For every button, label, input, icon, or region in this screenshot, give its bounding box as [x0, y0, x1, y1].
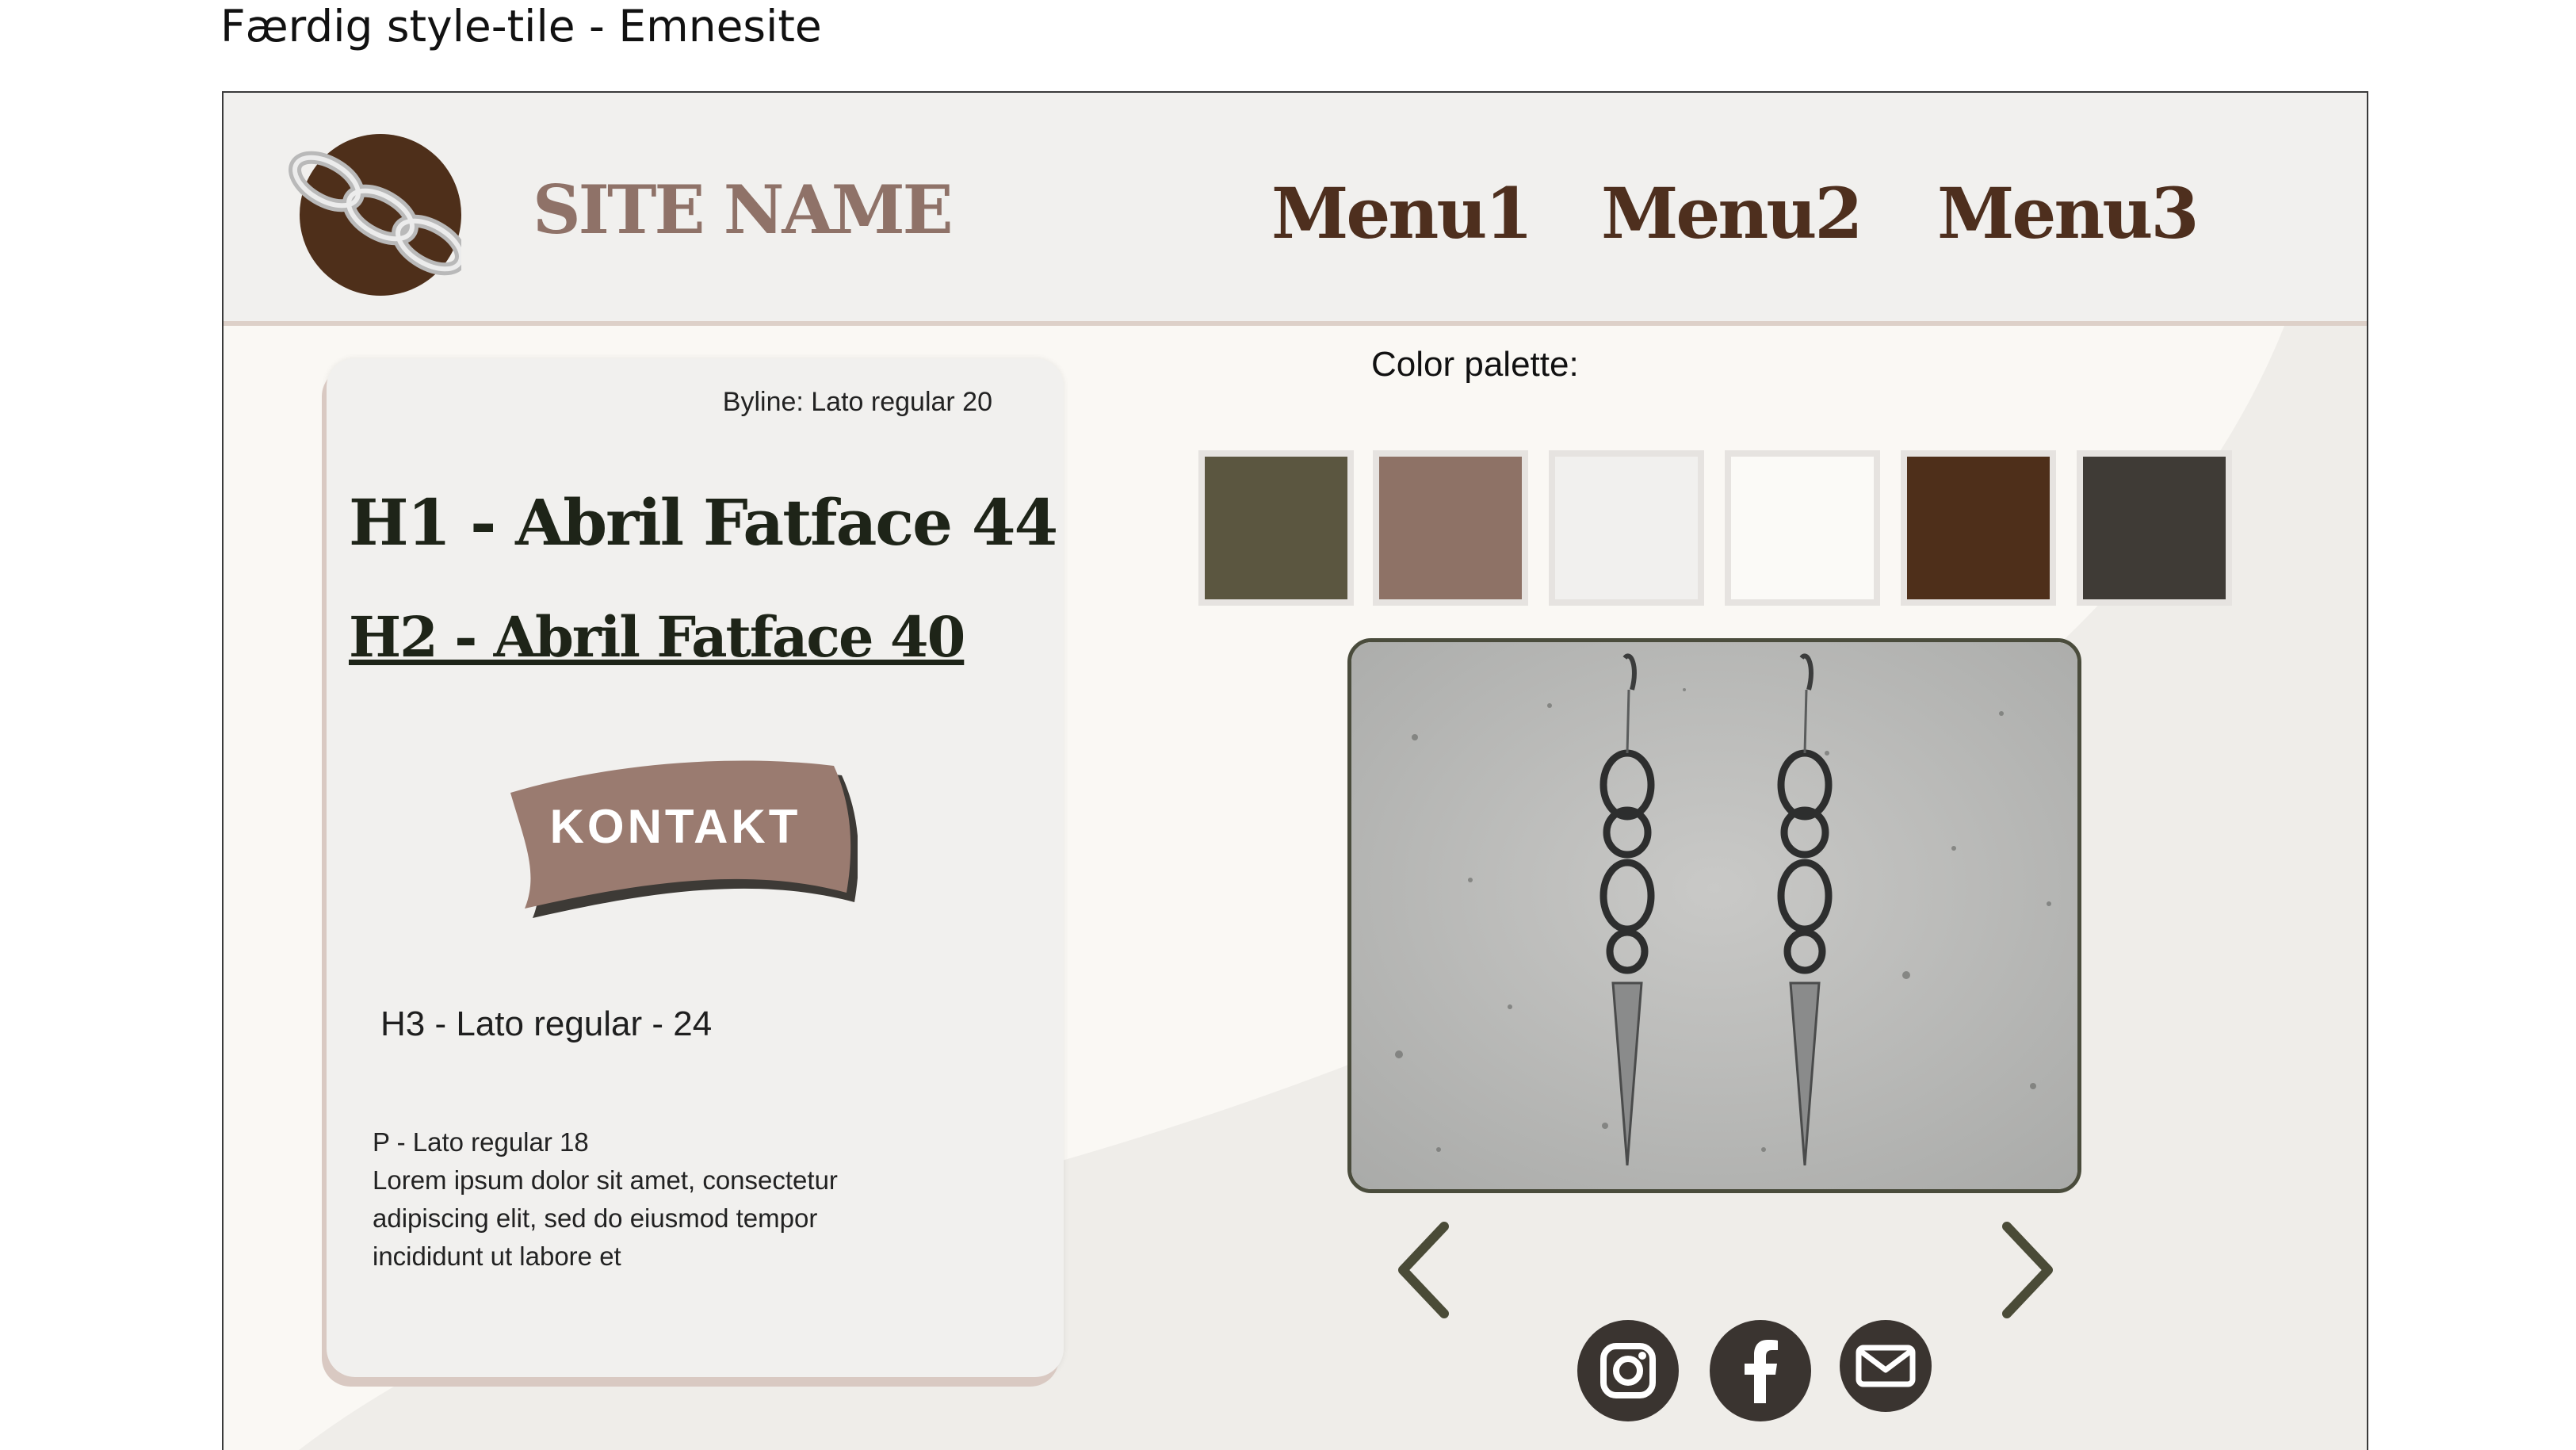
style-tile-frame: SITE NAME Menu1 Menu2 Menu3 Byline: Lato… [222, 91, 2368, 1450]
h3-sample: H3 - Lato regular - 24 [380, 1004, 713, 1043]
color-swatch-olive [1198, 450, 1354, 606]
color-swatch-charcoal [2077, 450, 2232, 606]
color-swatch-brown [1901, 450, 2056, 606]
page-caption: Færdig style-tile - Emnesite [220, 1, 822, 52]
nav-menu1[interactable]: Menu1 [1271, 172, 1534, 254]
site-header: SITE NAME Menu1 Menu2 Menu3 [224, 93, 2367, 326]
chain-links-logo[interactable] [287, 132, 461, 299]
product-image-earrings [1347, 638, 2081, 1193]
mail-icon[interactable] [1837, 1318, 1934, 1414]
nav-menu2[interactable]: Menu2 [1601, 172, 1863, 254]
h2-link-sample[interactable]: H2 - Abril Fatface 40 [349, 604, 965, 670]
paragraph-line: Lorem ipsum dolor sit amet, consectetur [373, 1165, 838, 1195]
byline-sample: Byline: Lato regular 20 [722, 387, 992, 417]
paragraph-line: adipiscing elit, sed do eiusmod tempor [373, 1203, 818, 1233]
instagram-icon[interactable] [1575, 1318, 1681, 1424]
kontakt-button[interactable]: KONTAKT [493, 747, 858, 929]
facebook-icon[interactable] [1707, 1318, 1814, 1424]
paragraph-line: incididunt ut labore et [373, 1241, 621, 1271]
chevron-left-icon[interactable] [1389, 1219, 1460, 1322]
paragraph-label: P - Lato regular 18 [373, 1127, 589, 1157]
palette-label: Color palette: [1371, 345, 1579, 384]
color-swatch-light-gray [1549, 450, 1704, 606]
color-swatch-rose [1373, 450, 1528, 606]
typography-card: Byline: Lato regular 20 H1 - Abril Fatfa… [327, 358, 1064, 1377]
kontakt-label: KONTAKT [549, 799, 801, 853]
nav-menu3[interactable]: Menu3 [1937, 172, 2200, 254]
color-swatch-off-white [1725, 450, 1880, 606]
paragraph-sample: P - Lato regular 18 Lorem ipsum dolor si… [373, 1123, 880, 1276]
site-name[interactable]: SITE NAME [533, 170, 954, 249]
h1-sample: H1 - Abril Fatface 44 [349, 485, 1058, 560]
chevron-right-icon[interactable] [1991, 1219, 2062, 1322]
